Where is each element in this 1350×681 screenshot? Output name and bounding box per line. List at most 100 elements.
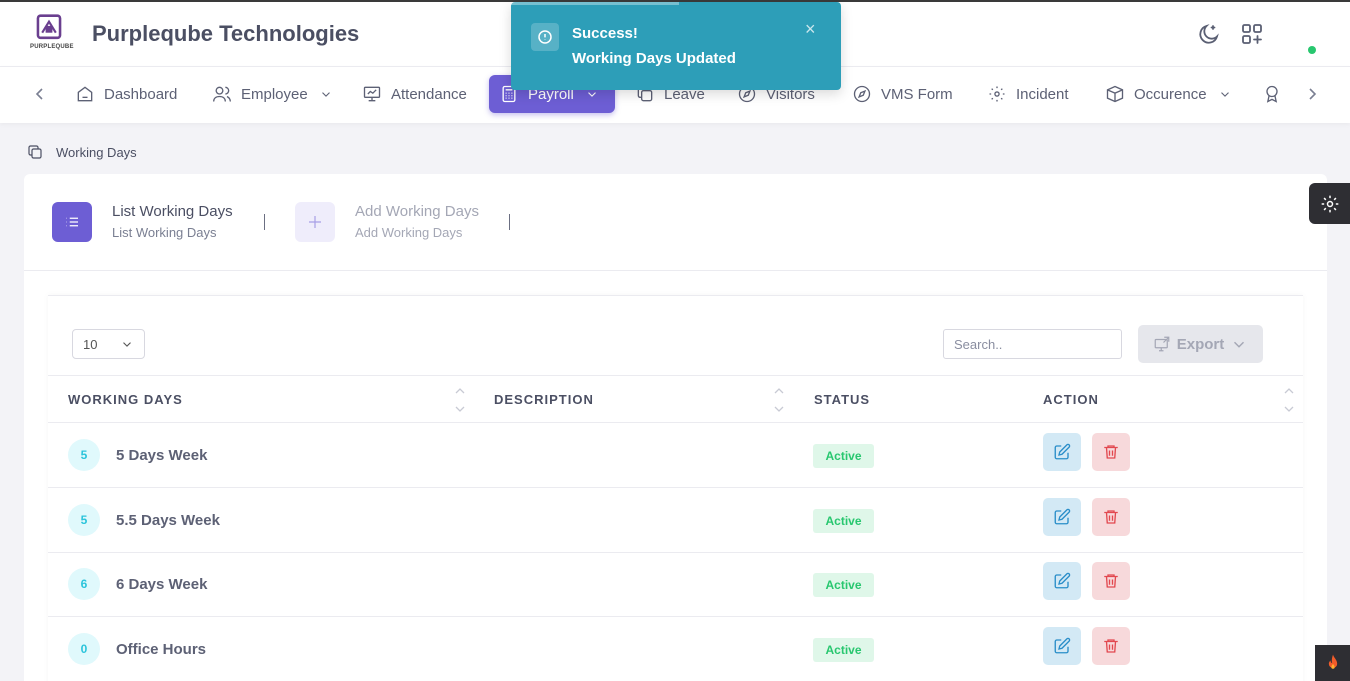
edit-button[interactable] [1043,562,1081,600]
nav-scroll-left-icon[interactable] [30,84,50,104]
sort-icon[interactable] [773,386,785,414]
trash-icon [1104,574,1118,588]
focus-icon [989,86,1005,102]
edit-button[interactable] [1043,627,1081,665]
users-icon [213,86,231,102]
days-badge: 5 [68,504,100,536]
nav-label: Employee [241,85,308,103]
trash-icon [1104,445,1118,459]
delete-button[interactable] [1092,562,1130,600]
table-row: 6 6 Days Week Active [48,552,1303,617]
toast-progress-bar [511,2,679,5]
apps-add-icon[interactable] [1240,22,1264,46]
gear-icon [1321,195,1338,212]
status-badge: Active [813,573,874,597]
sort-icon[interactable] [1283,386,1295,414]
page-size-select[interactable]: 10 [72,329,145,359]
edit-icon [1054,508,1071,525]
search-input[interactable] [943,329,1122,359]
nav-item-occurence[interactable]: Occurence [1095,75,1242,113]
tab-divider [509,214,510,230]
success-toast: Success! Working Days Updated × [511,2,841,90]
nav-item-attendance[interactable]: Attendance [352,75,477,113]
logo-text: PURPLEQUBE [30,44,74,50]
tab-list-working-days[interactable] [52,202,92,242]
table-panel: 10 Export WORKING DAYS DESCRIPTION STATU… [48,295,1303,681]
tab-subtitle: List Working Days [112,225,217,240]
box-icon [1106,85,1124,103]
sort-icon[interactable] [454,386,466,414]
nav-scroll-right-icon[interactable] [1302,84,1322,104]
breadcrumb-label: Working Days [56,144,137,160]
column-header-working-days[interactable]: WORKING DAYS [68,392,183,407]
table-row: 5 5 Days Week Active [48,423,1303,488]
export-icon [1154,336,1170,352]
tab-title[interactable]: Add Working Days [355,203,479,220]
working-days-name: 5 Days Week [116,447,208,464]
nav-item-dashboard[interactable]: Dashboard [65,75,187,113]
column-header-description[interactable]: DESCRIPTION [494,392,594,407]
column-header-status[interactable]: STATUS [814,392,870,407]
toast-message: Working Days Updated [572,50,736,67]
nav-label: Dashboard [104,85,178,103]
days-badge: 5 [68,439,100,471]
export-button[interactable]: Export [1138,325,1263,363]
days-badge: 0 [68,633,100,665]
toast-title: Success! [572,25,638,42]
edit-icon [1054,443,1071,460]
export-label: Export [1176,335,1225,353]
delete-button[interactable] [1092,627,1130,665]
nav-item-vms-form[interactable]: VMS Form [842,75,963,113]
working-days-card: List Working Days List Working Days Add … [24,174,1327,681]
edit-button[interactable] [1043,498,1081,536]
trash-icon [1104,510,1118,524]
working-days-name: Office Hours [116,641,207,658]
nav-label: Occurence [1134,85,1207,103]
table-row: 5 5.5 Days Week Active [48,488,1303,553]
flame-icon [1328,654,1337,669]
settings-button[interactable] [1309,183,1350,224]
delete-button[interactable] [1092,498,1130,536]
working-days-name: 5.5 Days Week [116,512,220,529]
plus-icon [309,216,321,228]
tab-add-working-days[interactable] [295,202,335,242]
home-icon [77,86,93,102]
working-days-name: 6 Days Week [116,576,208,593]
table-row: 0 Office Hours Active [48,617,1303,681]
chevron-down-icon [123,342,131,347]
edit-icon [1054,637,1071,654]
logo-icon [36,14,62,40]
presentation-icon [363,86,381,102]
nav-label: Incident [1016,85,1069,103]
copy-icon [28,145,42,159]
nav-item-awards[interactable] [1252,75,1292,113]
moon-icon[interactable] [1197,22,1221,46]
chevron-down-icon [1234,341,1245,348]
tab-strip: List Working Days List Working Days Add … [24,174,1327,271]
status-badge: Active [813,509,874,533]
days-badge: 6 [68,568,100,600]
company-name: Purpleqube Technologies [92,21,360,46]
delete-button[interactable] [1092,433,1130,471]
tab-subtitle: Add Working Days [355,225,463,240]
breadcrumb: Working Days [26,143,137,161]
nav-label: VMS Form [881,85,953,103]
chevron-down-icon [1220,92,1229,97]
nav-item-employee[interactable]: Employee [202,75,343,113]
column-header-action: ACTION [1043,392,1099,407]
page-size-value: 10 [83,336,98,352]
table-header: WORKING DAYS DESCRIPTION STATUS ACTION [48,375,1303,423]
tab-divider [264,214,265,230]
edit-button[interactable] [1043,433,1081,471]
nav-item-incident[interactable]: Incident [977,75,1079,113]
status-badge: Active [813,638,874,662]
nav-label: Attendance [391,85,467,103]
trash-icon [1104,639,1118,653]
award-icon [1266,85,1278,103]
tab-title[interactable]: List Working Days [112,203,233,220]
close-icon[interactable]: × [805,19,816,40]
edit-icon [1054,572,1071,589]
flame-button[interactable] [1315,645,1350,681]
status-badge: Active [813,444,874,468]
chevron-down-icon [321,92,330,97]
